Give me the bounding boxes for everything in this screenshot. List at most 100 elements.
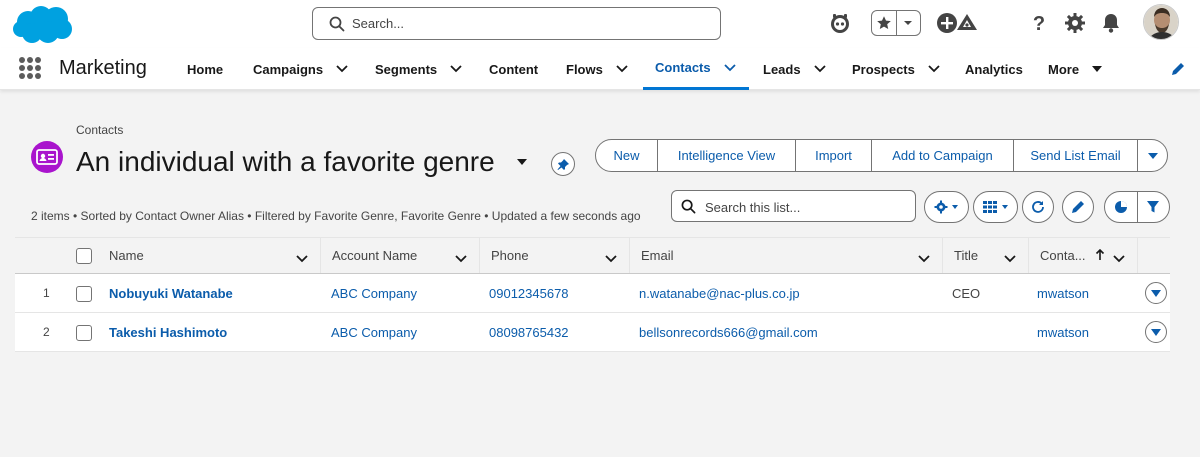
row-checkbox[interactable] [76, 325, 92, 341]
display-as-button[interactable] [973, 191, 1018, 223]
refresh-button[interactable] [1022, 191, 1054, 223]
row-number: 2 [43, 325, 50, 339]
filters-button[interactable] [1138, 192, 1170, 222]
chevron-down-icon[interactable] [927, 64, 941, 74]
email-link[interactable]: n.watanabe@nac-plus.co.jp [639, 274, 800, 312]
favorites-star-icon[interactable] [872, 11, 896, 35]
account-name-link[interactable]: ABC Company [331, 274, 417, 312]
contact-name-link[interactable]: Nobuyuki Watanabe [109, 274, 233, 312]
email-link[interactable]: bellsonrecords666@gmail.com [639, 313, 818, 351]
help-icon[interactable]: ? [1026, 10, 1052, 36]
list-view-title[interactable]: An individual with a favorite genre [76, 146, 495, 178]
column-header-contact-owner[interactable]: Conta... [1028, 238, 1137, 273]
nav-item-segments[interactable]: Segments [375, 48, 463, 90]
phone-link[interactable]: 09012345678 [489, 274, 569, 312]
nav-item-analytics[interactable]: Analytics [965, 48, 1023, 90]
app-name: Marketing [59, 57, 147, 79]
user-avatar[interactable] [1143, 4, 1179, 40]
chevron-down-icon[interactable] [455, 251, 467, 266]
intelligence-view-button[interactable]: Intelligence View [657, 140, 795, 171]
nav-item-contacts[interactable]: Contacts [643, 48, 749, 90]
chevron-down-icon[interactable] [615, 64, 629, 74]
phone-link[interactable]: 08098765432 [489, 313, 569, 351]
column-header-email[interactable]: Email [629, 238, 942, 273]
breadcrumb[interactable]: Contacts [76, 123, 123, 137]
chevron-down-icon[interactable] [605, 251, 617, 266]
column-label: Name [109, 248, 144, 263]
nav-item-label: More [1048, 61, 1080, 77]
nav-item-content[interactable]: Content [489, 48, 538, 90]
chevron-down-icon[interactable] [895, 11, 921, 35]
import-button[interactable]: Import [795, 140, 871, 171]
nav-item-leads[interactable]: Leads [763, 48, 827, 90]
column-label: Title [954, 248, 979, 263]
contact-name-link[interactable]: Takeshi Hashimoto [109, 313, 227, 351]
column-label: Conta... [1040, 248, 1086, 263]
owner-alias-link[interactable]: mwatson [1037, 274, 1089, 312]
nav-item-label: Contacts [655, 60, 711, 75]
chevron-down-icon[interactable] [1004, 251, 1016, 266]
charts-filter-button-group [1104, 191, 1170, 223]
column-header-title[interactable]: Title [942, 238, 1028, 273]
pin-icon [557, 158, 569, 170]
chevron-down-icon[interactable] [296, 251, 308, 266]
new-button[interactable]: New [596, 140, 657, 171]
send-list-email-button[interactable]: Send List Email [1013, 140, 1137, 171]
caret-down-icon[interactable] [1091, 65, 1103, 73]
caret-down-icon [1151, 328, 1161, 336]
inline-edit-button[interactable] [1062, 191, 1094, 223]
nav-item-campaigns[interactable]: Campaigns [253, 48, 349, 90]
trailhead-icon[interactable] [954, 10, 980, 36]
chevron-down-icon[interactable] [813, 64, 827, 74]
row-actions-button[interactable] [1145, 282, 1167, 304]
notifications-bell-icon[interactable] [1098, 10, 1124, 36]
column-header-account-name[interactable]: Account Name [320, 238, 479, 273]
nav-item-label: Home [187, 61, 224, 77]
owner-alias-link[interactable]: mwatson [1037, 313, 1089, 351]
column-label: Account Name [332, 248, 418, 263]
list-search-placeholder: Search this list... [705, 200, 801, 215]
nav-item-more[interactable]: More [1048, 48, 1103, 90]
nav-item-home[interactable]: Home [187, 48, 223, 90]
nav-item-label: Prospects [852, 61, 915, 77]
account-name-link[interactable]: ABC Company [331, 313, 417, 351]
column-header-name[interactable]: Name [98, 238, 320, 273]
pin-list-button[interactable] [551, 152, 575, 176]
chevron-down-icon [1147, 152, 1158, 159]
settings-gear-icon [934, 200, 958, 214]
nav-item-label: Content [489, 61, 539, 77]
nav-item-label: Campaigns [253, 61, 324, 77]
row-checkbox[interactable] [76, 286, 92, 302]
select-all-checkbox[interactable] [76, 248, 92, 264]
table-row: 1 Nobuyuki Watanabe ABC Company 09012345… [15, 274, 1170, 313]
list-search-input[interactable]: Search this list... [671, 190, 916, 222]
setup-gear-icon[interactable] [1062, 10, 1088, 36]
chevron-down-icon[interactable] [1113, 251, 1125, 266]
chart-icon [1114, 201, 1127, 213]
nav-item-prospects[interactable]: Prospects [852, 48, 941, 90]
list-view-switcher-caret-icon[interactable] [517, 159, 527, 165]
charts-button[interactable] [1105, 192, 1138, 222]
contacts-list-table: Name Account Name Phone Email Title Cont… [15, 237, 1170, 352]
svg-text:?: ? [1033, 13, 1045, 34]
app-launcher-icon[interactable] [19, 57, 41, 79]
refresh-icon [1032, 201, 1044, 213]
column-header-phone[interactable]: Phone [479, 238, 629, 273]
row-actions-button[interactable] [1145, 321, 1167, 343]
nav-item-flows[interactable]: Flows [566, 48, 629, 90]
chevron-down-icon[interactable] [449, 64, 463, 74]
edit-pencil-icon [1072, 201, 1084, 213]
chevron-down-icon[interactable] [918, 251, 930, 266]
agent-icon[interactable] [827, 10, 853, 36]
nav-item-label: Analytics [965, 61, 1023, 77]
edit-nav-pencil-icon[interactable] [1170, 61, 1186, 77]
list-view-meta: 2 items • Sorted by Contact Owner Alias … [31, 209, 641, 223]
nav-item-label: Flows [566, 61, 603, 77]
salesforce-cloud-logo[interactable] [12, 4, 74, 46]
global-search-input[interactable]: Search... [312, 7, 721, 40]
list-view-controls-button[interactable] [924, 191, 969, 223]
chevron-down-icon[interactable] [335, 64, 349, 74]
more-actions-button[interactable] [1137, 140, 1167, 171]
chevron-down-icon[interactable] [723, 63, 737, 73]
add-to-campaign-button[interactable]: Add to Campaign [871, 140, 1013, 171]
